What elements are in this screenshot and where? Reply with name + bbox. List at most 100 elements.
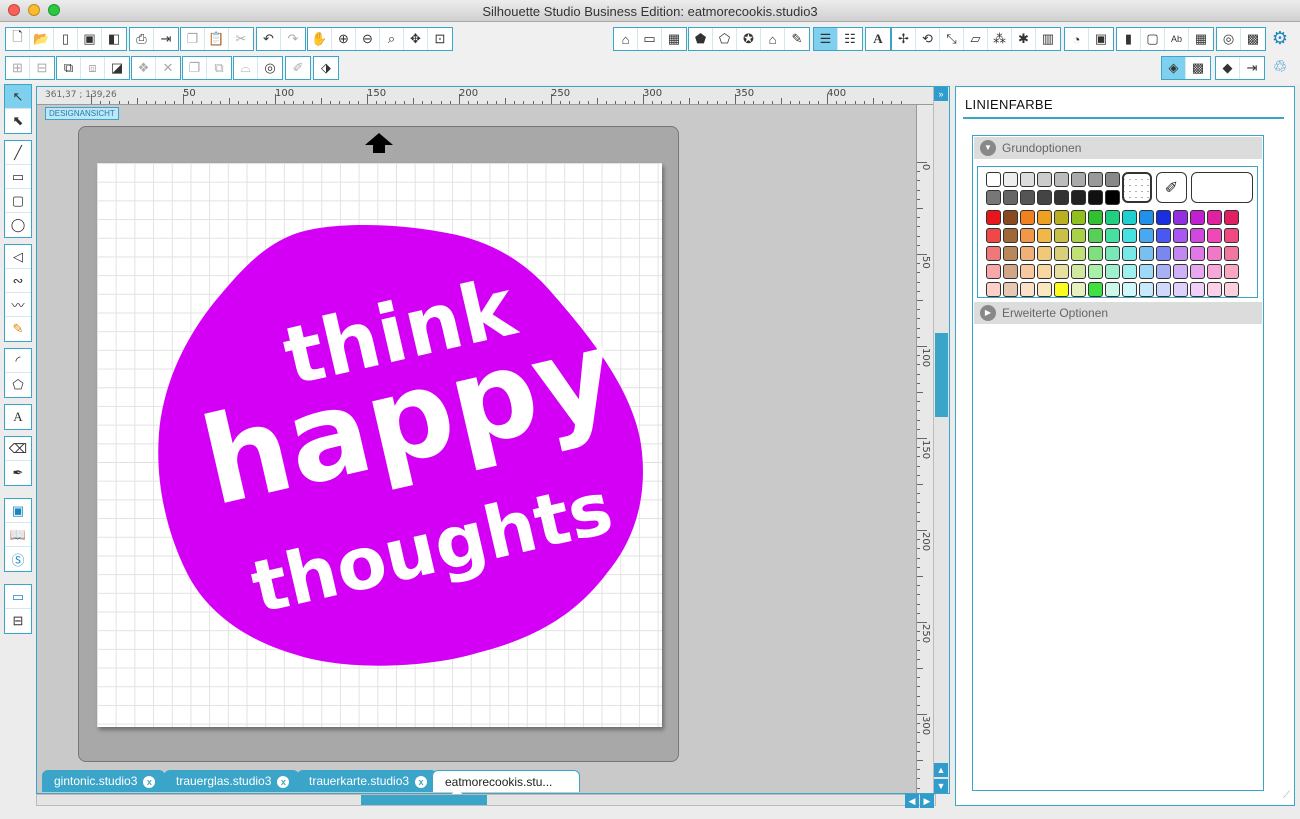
rounded-rectangle-tool-icon[interactable]: ▢ bbox=[5, 189, 31, 213]
color-swatch[interactable] bbox=[1122, 210, 1137, 225]
color-swatch[interactable] bbox=[1207, 210, 1222, 225]
color-swatch[interactable] bbox=[1207, 246, 1222, 261]
color-swatch[interactable] bbox=[1224, 264, 1239, 279]
regular-polygon-tool-icon[interactable]: ⬠ bbox=[5, 373, 31, 397]
group-icon[interactable]: ⊞ bbox=[6, 57, 30, 79]
color-swatch[interactable] bbox=[1139, 264, 1154, 279]
eraser-tool-icon[interactable]: ⌫ bbox=[5, 437, 31, 461]
send-to-silhouette-icon[interactable]: ⬗ bbox=[314, 57, 338, 79]
color-swatch[interactable] bbox=[986, 190, 1001, 205]
open-book-icon[interactable]: 📖 bbox=[5, 523, 31, 547]
color-swatch[interactable] bbox=[1088, 172, 1103, 187]
knife-icon[interactable]: ✐ bbox=[286, 57, 310, 79]
color-swatch[interactable] bbox=[1071, 172, 1086, 187]
color-swatch[interactable] bbox=[1037, 210, 1052, 225]
mirror-icon[interactable]: ⧉ bbox=[207, 57, 231, 79]
offset-icon[interactable]: ▥ bbox=[1036, 28, 1060, 50]
pattern-view-icon[interactable]: ▩ bbox=[1186, 57, 1210, 79]
color-swatch[interactable] bbox=[1156, 246, 1171, 261]
zoom-out-icon[interactable]: ⊖ bbox=[356, 28, 380, 50]
tab-trauerglas[interactable]: trauerglas.studio3 x bbox=[164, 770, 300, 792]
color-swatch[interactable] bbox=[1105, 228, 1120, 243]
delete-icon[interactable]: ✕ bbox=[156, 57, 180, 79]
color-swatch[interactable] bbox=[1054, 190, 1069, 205]
color-swatch[interactable] bbox=[1088, 228, 1103, 243]
resize-grip-icon[interactable]: ⟋ bbox=[1283, 790, 1290, 801]
undo-icon[interactable]: ↶ bbox=[257, 28, 281, 50]
color-swatch[interactable] bbox=[1190, 210, 1205, 225]
zoom-drag-icon[interactable]: ✥ bbox=[404, 28, 428, 50]
color-swatch[interactable] bbox=[1020, 264, 1035, 279]
open-folder-icon[interactable]: 📂 bbox=[30, 28, 54, 50]
replicate-icon[interactable]: ⁂ bbox=[988, 28, 1012, 50]
color-swatch[interactable] bbox=[1224, 246, 1239, 261]
text-to-path-icon[interactable]: Ab bbox=[1165, 28, 1189, 50]
horizontal-scroll-thumb[interactable] bbox=[361, 795, 487, 805]
color-swatch[interactable] bbox=[1071, 264, 1086, 279]
copy-icon[interactable]: ❐ bbox=[181, 28, 205, 50]
color-swatch[interactable] bbox=[1190, 282, 1205, 297]
color-swatch[interactable] bbox=[1139, 228, 1154, 243]
color-swatch[interactable] bbox=[1105, 210, 1120, 225]
color-swatch[interactable] bbox=[1071, 228, 1086, 243]
layers-icon[interactable]: ▢ bbox=[1141, 28, 1165, 50]
color-swatch[interactable] bbox=[986, 282, 1001, 297]
color-swatch[interactable] bbox=[1003, 172, 1018, 187]
advanced-options-header[interactable]: ▶ Erweiterte Optionen bbox=[974, 302, 1262, 324]
new-document-icon[interactable]: 🗋 bbox=[6, 28, 30, 50]
color-swatch[interactable] bbox=[1122, 228, 1137, 243]
vertical-scrollbar[interactable]: » ▲ ▼ bbox=[933, 87, 949, 793]
sketch-icon[interactable]: ✎ bbox=[785, 28, 809, 50]
color-swatch[interactable] bbox=[1020, 190, 1035, 205]
nest-icon[interactable]: ✱ bbox=[1012, 28, 1036, 50]
color-swatch[interactable] bbox=[1190, 246, 1205, 261]
fit-to-page-icon[interactable]: ⊡ bbox=[428, 28, 452, 50]
color-swatch[interactable] bbox=[1156, 228, 1171, 243]
rectangle-tool-icon[interactable]: ▭ bbox=[5, 165, 31, 189]
color-swatch[interactable] bbox=[1156, 282, 1171, 297]
color-swatch[interactable] bbox=[1139, 246, 1154, 261]
color-swatch[interactable] bbox=[1190, 228, 1205, 243]
align-icon[interactable]: ✢ bbox=[892, 28, 916, 50]
close-tab-icon[interactable]: x bbox=[143, 776, 156, 788]
offset-rings-icon[interactable]: ◎ bbox=[258, 57, 282, 79]
line-tool-icon[interactable]: ╱ bbox=[5, 141, 31, 165]
eyedropper-icon[interactable]: ✐ bbox=[1156, 172, 1187, 203]
color-swatch[interactable] bbox=[986, 172, 1001, 187]
color-swatch[interactable] bbox=[1037, 282, 1052, 297]
make-compound-icon[interactable]: ⧉ bbox=[57, 57, 81, 79]
color-swatch[interactable] bbox=[1139, 282, 1154, 297]
settings-gear-icon[interactable]: ⚙ bbox=[1268, 27, 1292, 49]
release-compound-icon[interactable]: ⧈ bbox=[81, 57, 105, 79]
color-swatch[interactable] bbox=[1054, 246, 1069, 261]
line-color-icon[interactable]: ☰ bbox=[814, 28, 838, 50]
pixscan-icon[interactable]: ▦ bbox=[1189, 28, 1213, 50]
design-canvas[interactable]: 361,37 ; 139,26 50 100 150 200 250 300 350 400 … bbox=[36, 86, 950, 794]
color-swatch[interactable] bbox=[1037, 246, 1052, 261]
color-swatch[interactable] bbox=[986, 264, 1001, 279]
single-panel-icon[interactable]: ▭ bbox=[5, 585, 31, 609]
color-swatch[interactable] bbox=[1071, 210, 1086, 225]
polygon-tool-icon[interactable]: ◁ bbox=[5, 245, 31, 269]
color-swatch[interactable] bbox=[1224, 282, 1239, 297]
text-style-icon[interactable]: A bbox=[866, 28, 890, 50]
save-as-icon[interactable]: ◧ bbox=[102, 28, 126, 50]
send-icon[interactable]: ⇥ bbox=[1240, 57, 1264, 79]
color-swatch[interactable] bbox=[1054, 228, 1069, 243]
color-swatch[interactable] bbox=[1003, 264, 1018, 279]
text-tool-icon[interactable]: A bbox=[5, 405, 31, 429]
design-view-badge[interactable]: DESIGNANSICHT bbox=[45, 107, 119, 120]
color-swatch[interactable] bbox=[1105, 246, 1120, 261]
save-icon[interactable]: ▣ bbox=[78, 28, 102, 50]
color-swatch[interactable] bbox=[1224, 228, 1239, 243]
color-swatch[interactable] bbox=[1003, 210, 1018, 225]
horizontal-scrollbar[interactable] bbox=[36, 794, 936, 806]
basic-options-header[interactable]: ▼ Grundoptionen bbox=[974, 137, 1262, 159]
color-swatch[interactable] bbox=[1190, 264, 1205, 279]
edit-points-tool-icon[interactable]: ⬉ bbox=[5, 109, 31, 133]
color-swatch[interactable] bbox=[1054, 282, 1069, 297]
eraser-icon[interactable]: ◆ bbox=[1216, 57, 1240, 79]
fill-gradient-icon[interactable]: ⬠ bbox=[713, 28, 737, 50]
close-tab-icon[interactable]: x bbox=[277, 776, 290, 788]
color-swatch[interactable] bbox=[1207, 264, 1222, 279]
